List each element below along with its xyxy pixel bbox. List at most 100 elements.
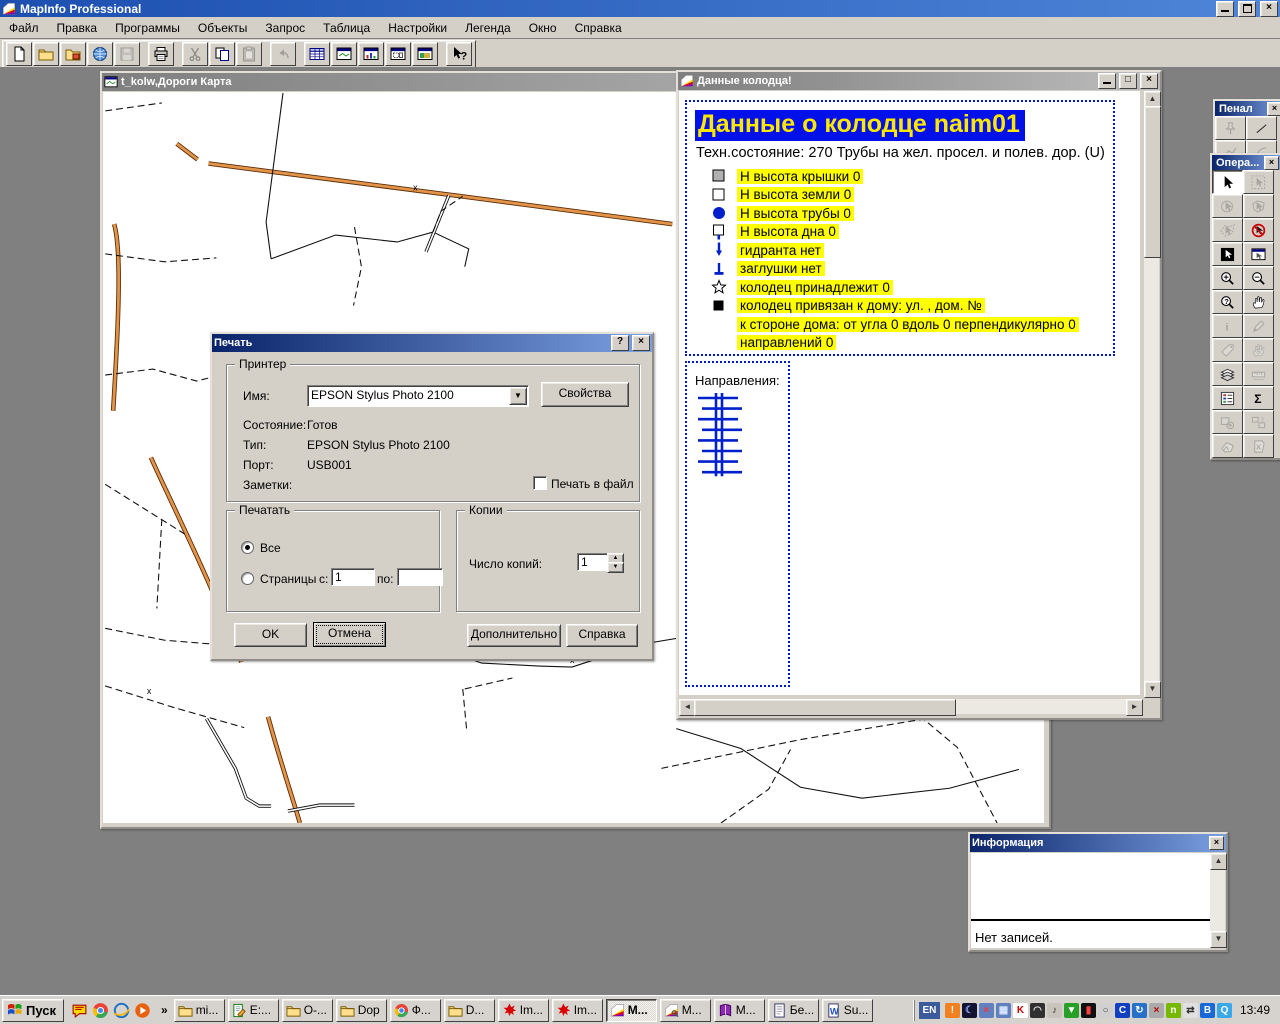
copy-button[interactable] [209, 42, 235, 66]
from-page-input[interactable] [331, 568, 375, 586]
help-icon[interactable]: ? [611, 335, 629, 351]
well-window-titlebar[interactable]: Данные колодца! □ × [678, 72, 1160, 90]
well-close-button[interactable]: × [1140, 73, 1158, 89]
new-layout-button[interactable] [385, 42, 411, 66]
start-button[interactable]: Пуск [2, 999, 64, 1022]
unselect-all-button[interactable] [1243, 218, 1274, 242]
spin-down-icon[interactable]: ▼ [607, 562, 624, 573]
penal-titlebar[interactable]: Пенал × [1215, 101, 1280, 116]
help-button[interactable]: Справка [566, 624, 638, 647]
pan-button[interactable] [1243, 290, 1274, 314]
vscroll-thumb[interactable] [1144, 106, 1161, 258]
show-legend-button[interactable] [1212, 386, 1243, 410]
scroll-down-icon[interactable]: ▼ [1144, 681, 1161, 698]
open-web-button[interactable] [87, 42, 113, 66]
media-player-icon[interactable] [134, 1002, 151, 1019]
menu-options[interactable]: Настройки [379, 18, 456, 38]
menu-file[interactable]: Файл [0, 18, 48, 38]
info-window[interactable]: Информация × Нет записей. ▲ ▼ [968, 832, 1228, 952]
change-zoom-button[interactable]: ? [1212, 290, 1243, 314]
task-folder-dop[interactable]: Dop [336, 999, 387, 1022]
invert-selection-button[interactable] [1212, 242, 1243, 266]
sync-icon[interactable]: ↻ [1132, 1003, 1147, 1018]
info-close-icon[interactable]: × [1209, 836, 1224, 850]
well-minimize-button[interactable] [1098, 73, 1116, 89]
printer-error-icon[interactable]: × [1149, 1003, 1164, 1018]
advanced-button[interactable]: Дополнительно [467, 624, 561, 647]
task-image-2[interactable]: Im... [552, 999, 603, 1022]
menu-help[interactable]: Справка [566, 18, 631, 38]
task-doc-be[interactable]: Бе... [768, 999, 819, 1022]
task-mapinfo-main[interactable]: M... [606, 999, 657, 1022]
opera-titlebar[interactable]: Опера... × [1212, 155, 1280, 170]
power-icon[interactable]: ○ [1098, 1003, 1113, 1018]
night-screen-icon[interactable]: ☾ [962, 1003, 977, 1018]
chrome-icon[interactable] [92, 1002, 109, 1019]
task-chrome-f[interactable]: Ф... [390, 999, 441, 1022]
task-folder-d[interactable]: D... [444, 999, 495, 1022]
to-page-input[interactable] [397, 568, 443, 586]
well-vertical-scrollbar[interactable]: ▲ ▼ [1144, 91, 1159, 698]
update-icon[interactable]: ! [945, 1003, 960, 1018]
display-switch-icon[interactable]: ⇄ [1183, 1003, 1198, 1018]
print-button[interactable] [148, 42, 174, 66]
nvidia-icon[interactable]: n [1166, 1003, 1181, 1018]
task-folder-mi[interactable]: mi... [174, 999, 225, 1022]
info-titlebar[interactable]: Информация × [970, 834, 1226, 852]
quicktime-icon[interactable]: Q [1217, 1003, 1232, 1018]
properties-button[interactable]: Свойства [541, 382, 629, 407]
restore-button[interactable] [1238, 1, 1256, 17]
task-notepad-e[interactable]: E:... [228, 999, 279, 1022]
cancel-button[interactable]: Отмена [313, 622, 386, 647]
info-scroll-down-icon[interactable]: ▼ [1210, 931, 1227, 948]
download-icon[interactable]: ▼ [1064, 1003, 1079, 1018]
task-word-su[interactable]: WSu... [822, 999, 873, 1022]
new-graph-button[interactable] [358, 42, 384, 66]
menu-programs[interactable]: Программы [106, 18, 189, 38]
ok-button[interactable]: OK [234, 623, 307, 647]
open-workspace-button[interactable] [60, 42, 86, 66]
task-mapinfo-help[interactable]: M... [714, 999, 765, 1022]
open-table-button[interactable] [33, 42, 59, 66]
consultant-icon[interactable] [71, 1002, 88, 1019]
all-pages-radio[interactable] [241, 541, 254, 554]
well-horizontal-scrollbar[interactable]: ◄ ► [679, 699, 1143, 714]
well-data-window[interactable]: Данные колодца! □ × Данные о колодце nai… [676, 70, 1162, 720]
scroll-right-icon[interactable]: ► [1126, 699, 1143, 716]
info-scroll-up-icon[interactable]: ▲ [1210, 853, 1227, 870]
phone-icon[interactable]: ▮ [1081, 1003, 1096, 1018]
menu-window[interactable]: Окно [520, 18, 566, 38]
task-image-1[interactable]: Im... [498, 999, 549, 1022]
new-browser-button[interactable] [304, 42, 330, 66]
menu-edit[interactable]: Правка [48, 18, 107, 38]
hscroll-thumb[interactable] [694, 699, 956, 716]
new-table-button[interactable] [6, 42, 32, 66]
print-close-button[interactable]: × [632, 335, 650, 351]
wireless-icon[interactable]: ◠ [1030, 1003, 1045, 1018]
close-button[interactable]: × [1260, 1, 1278, 17]
well-maximize-button[interactable]: □ [1119, 73, 1137, 89]
opera-close-icon[interactable]: × [1264, 156, 1279, 170]
zoom-out-button[interactable] [1243, 266, 1274, 290]
new-map-button[interactable] [331, 42, 357, 66]
print-dialog-titlebar[interactable]: Печать ? × [212, 334, 652, 352]
printer-name-combobox[interactable]: EPSON Stylus Photo 2100 ▼ [307, 385, 529, 407]
help-mode-button[interactable]: ? [446, 42, 472, 66]
statistics-button[interactable]: Σ [1243, 386, 1274, 410]
line-tool-button[interactable] [1246, 116, 1277, 140]
bluetooth-icon[interactable]: B [1200, 1003, 1215, 1018]
menu-legend[interactable]: Легенда [456, 18, 520, 38]
task-folder-o[interactable]: O-... [282, 999, 333, 1022]
copies-input[interactable] [577, 553, 609, 571]
new-redistrict-button[interactable] [412, 42, 438, 66]
print-to-file-checkbox[interactable] [533, 476, 547, 490]
zoom-in-button[interactable] [1212, 266, 1243, 290]
quick-launch-overflow-icon[interactable]: » [158, 1003, 171, 1017]
kaspersky-icon[interactable]: K [1013, 1003, 1028, 1018]
print-dialog[interactable]: Печать ? × Принтер Имя: EPSON Stylus Pho… [210, 332, 654, 661]
language-indicator[interactable]: EN [919, 1002, 940, 1019]
select-button[interactable] [1212, 170, 1243, 194]
audio-icon[interactable]: ♪ [1047, 1003, 1062, 1018]
operations-toolbar[interactable]: Опера... × ?iSΣ2 [1210, 153, 1280, 460]
info-scrollbar[interactable]: ▲ ▼ [1210, 853, 1225, 948]
